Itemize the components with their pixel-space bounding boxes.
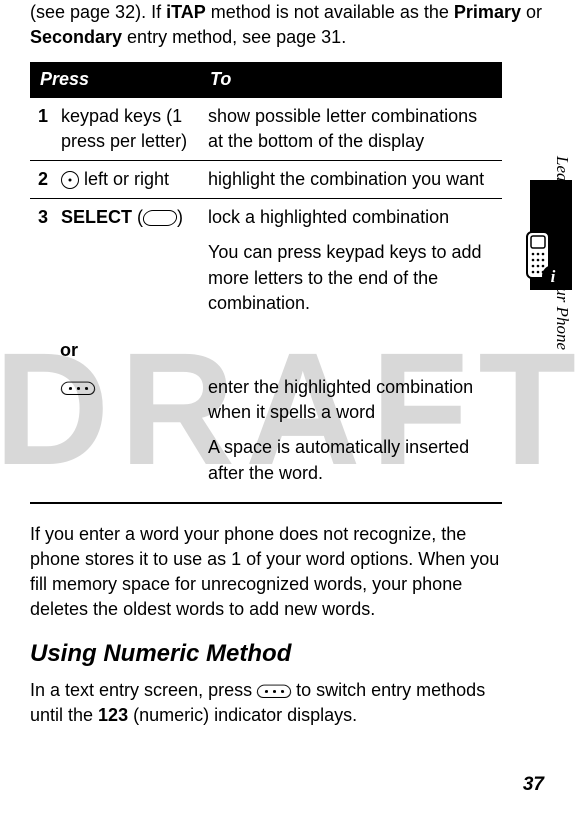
section-heading: Using Numeric Method [30, 637, 542, 671]
numeric-paragraph: In a text entry screen, press to switch … [30, 678, 520, 728]
page-number: 37 [523, 772, 544, 799]
step-number: 1 [38, 104, 56, 129]
term-secondary: Secondary [30, 27, 122, 47]
step-number: 3 [38, 205, 56, 230]
table-header-to: To [200, 62, 502, 97]
table-row: 3 SELECT () lock a highlighted combinati… [30, 199, 502, 332]
select-label: SELECT [61, 207, 132, 227]
to-cell-extra: You can press keypad keys to add more le… [208, 240, 494, 316]
or-label: or [38, 338, 192, 363]
to-cell-extra: A space is automatically inserted after … [208, 435, 494, 485]
side-chapter-strip: i Learning to Use Your Phone [528, 180, 572, 740]
table-row: enter the highlighted combination when i… [30, 369, 502, 503]
instructions-table: Press To 1 keypad keys (1 press per lett… [30, 62, 502, 503]
soft-key-icon [142, 210, 178, 226]
table-row: 2 left or right highlight the combinatio… [30, 160, 502, 198]
svg-text:i: i [551, 267, 556, 286]
nav-key-icon [61, 171, 79, 189]
flat-key-icon [256, 685, 292, 698]
table-header-press: Press [30, 62, 200, 97]
table-row: 1 keypad keys (1 press per letter) show … [30, 98, 502, 161]
phone-info-icon: i [521, 230, 567, 290]
to-cell: enter the highlighted combination when i… [208, 375, 494, 425]
to-cell: lock a highlighted combination [208, 205, 494, 230]
press-cell: keypad keys (1 press per letter) [61, 104, 191, 154]
body-paragraph: If you enter a word your phone does not … [30, 522, 520, 623]
to-cell: highlight the combination you want [200, 160, 502, 198]
to-cell: show possible letter combinations at the… [200, 98, 502, 161]
step-number: 2 [38, 167, 56, 192]
flat-key-icon [60, 382, 96, 395]
term-itap: iTAP [166, 2, 206, 22]
term-primary: Primary [454, 2, 521, 22]
numeric-indicator: 123 [98, 705, 128, 725]
table-row: or [30, 332, 502, 369]
press-cell: left or right [79, 169, 169, 189]
intro-paragraph: (see page 32). If iTAP method is not ava… [30, 0, 542, 50]
